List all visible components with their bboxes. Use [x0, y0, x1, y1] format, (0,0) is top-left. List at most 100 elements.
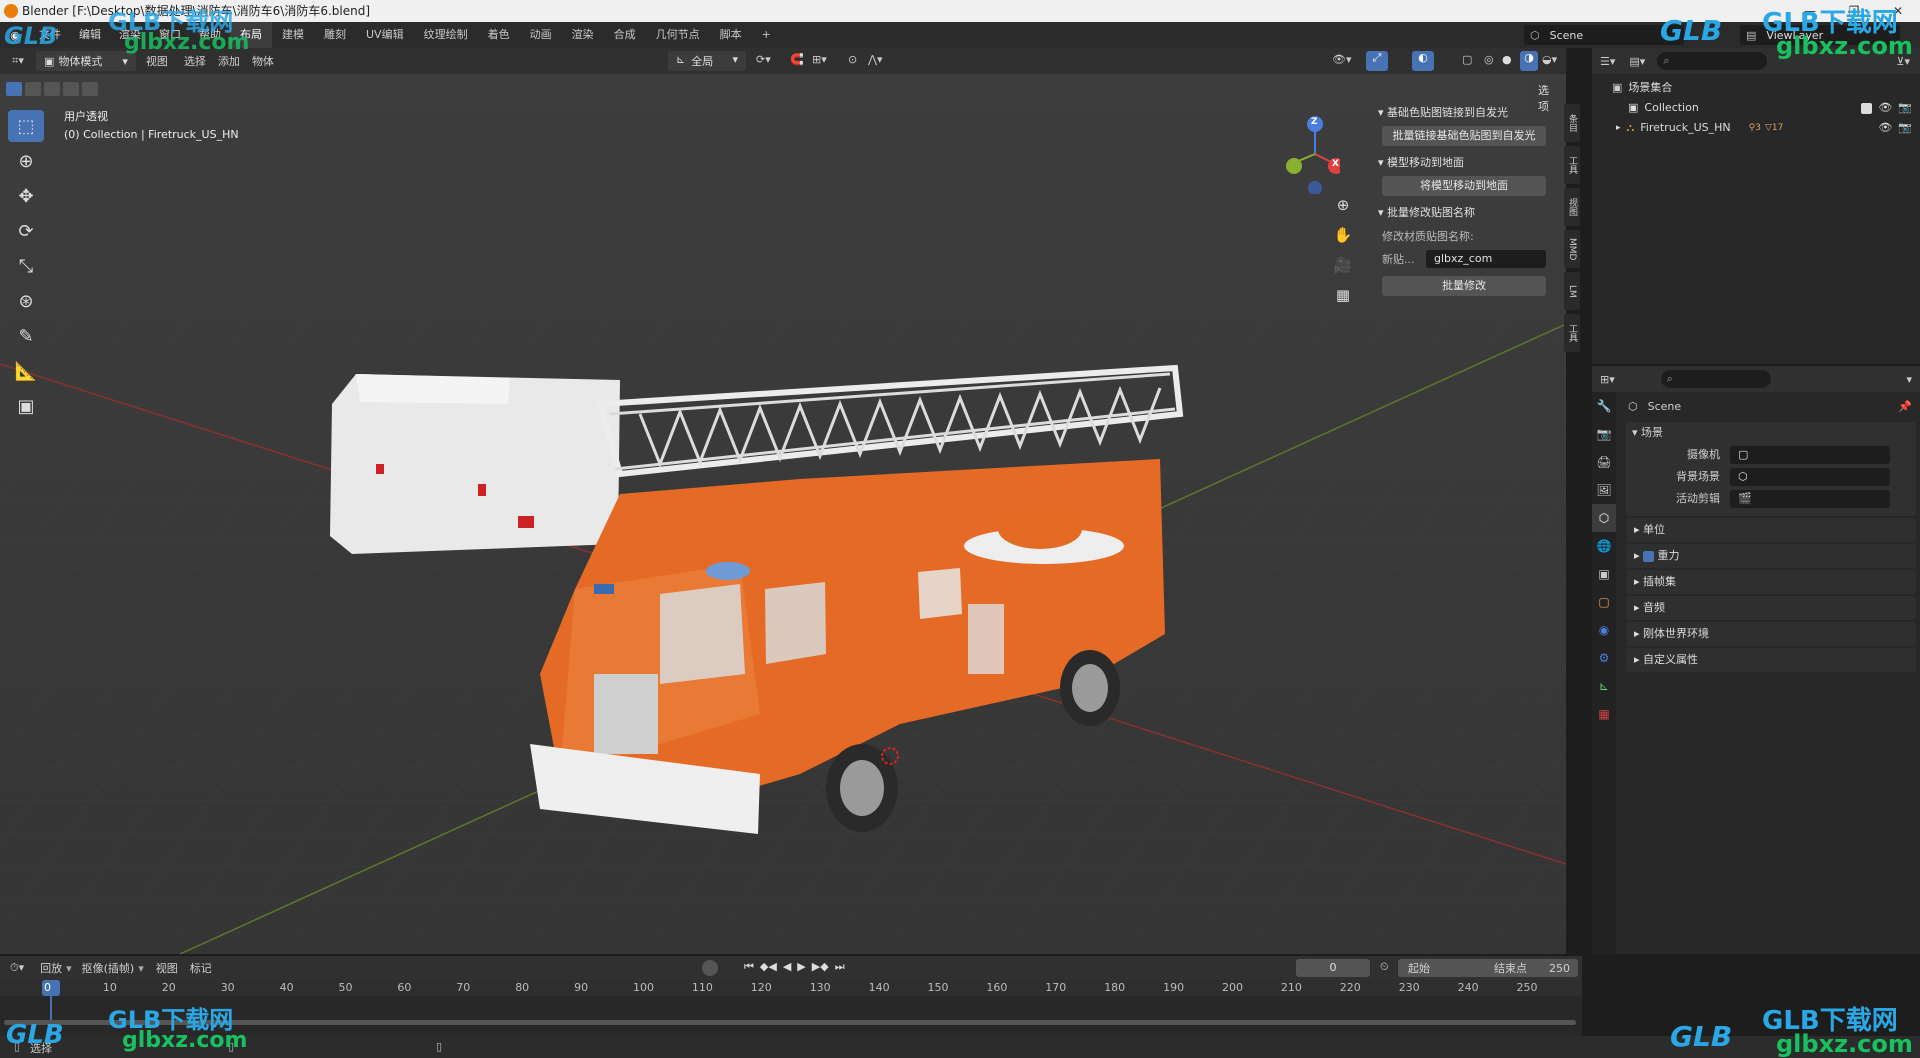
prev-keyframe-icon[interactable]: ◆◀: [760, 960, 777, 974]
camera-icon[interactable]: 📷: [1898, 98, 1912, 118]
workspace-tab-animation[interactable]: 动画: [520, 22, 562, 48]
outliner-scene-collection[interactable]: ▣ 场景集合: [1592, 78, 1920, 98]
cursor-icon[interactable]: ⊕: [8, 145, 44, 177]
3d-viewport[interactable]: 用户透视 (0) Collection | Firetruck_US_HN Z …: [0, 74, 1566, 954]
falloff-icon[interactable]: ⋀▾: [868, 53, 883, 66]
gizmo-toggle-icon[interactable]: ⤢: [1366, 51, 1388, 71]
scene-panel-header[interactable]: ▾ 场景: [1626, 422, 1916, 444]
camera-field[interactable]: ▢: [1730, 446, 1890, 464]
snap-icon[interactable]: 🧲: [790, 53, 804, 66]
end-frame-field[interactable]: 250: [1549, 962, 1570, 975]
eye-icon[interactable]: 👁: [1878, 118, 1892, 138]
play-reverse-icon[interactable]: ◀: [783, 960, 791, 974]
xray-icon[interactable]: ▢: [1462, 53, 1472, 66]
stopwatch-icon[interactable]: ⏲: [1380, 960, 1389, 974]
outliner-type-icon[interactable]: ☰▾: [1600, 55, 1615, 68]
workspace-tab-sculpting[interactable]: 雕刻: [314, 22, 356, 48]
gravity-checkbox[interactable]: [1643, 550, 1655, 562]
tab-view[interactable]: 视图: [1564, 188, 1580, 226]
output-icon[interactable]: 🖨: [1592, 448, 1616, 476]
scene-props-icon[interactable]: ⬡: [1592, 504, 1616, 532]
panel-rigid-body-world[interactable]: ▸ 刚体世界环境: [1626, 622, 1916, 646]
pin-icon[interactable]: 📌: [1898, 396, 1912, 418]
jump-start-icon[interactable]: ⏮: [744, 960, 754, 974]
rotate-icon[interactable]: ⟳: [8, 215, 44, 247]
zoom-icon[interactable]: ⊕: [1332, 196, 1354, 226]
move-to-ground-button[interactable]: 将模型移动到地面: [1382, 176, 1546, 196]
record-button[interactable]: [702, 960, 718, 976]
workspace-tab-scripting[interactable]: 脚本: [710, 22, 752, 48]
tab-item[interactable]: 条目: [1564, 104, 1580, 142]
frame-ruler[interactable]: 0 10 20 30 40 50 60 70 80 90 100 110 120 130 140 150 160…: [0, 980, 1582, 996]
object-props-icon[interactable]: ▢: [1592, 588, 1616, 616]
jump-end-icon[interactable]: ⏭: [835, 960, 845, 974]
current-frame-field[interactable]: 0: [1296, 959, 1370, 977]
annotate-icon[interactable]: ✎: [8, 320, 44, 352]
shading-solid-icon[interactable]: ●: [1502, 53, 1512, 66]
scale-icon[interactable]: ⤡: [8, 250, 44, 282]
play-icon[interactable]: ▶: [797, 960, 805, 974]
workspace-tab-shading[interactable]: 着色: [478, 22, 520, 48]
active-clip-field[interactable]: 🎬: [1730, 490, 1890, 508]
panel-custom-properties[interactable]: ▸ 自定义属性: [1626, 648, 1916, 672]
outliner-collection[interactable]: ▣ Collection 👁 📷: [1592, 98, 1920, 118]
add-cube-icon[interactable]: ▣: [8, 390, 44, 422]
batch-rename-button[interactable]: 批量修改: [1382, 276, 1546, 296]
panel-audio[interactable]: ▸ 音频: [1626, 596, 1916, 620]
timeline-menu-view[interactable]: 视图: [156, 960, 178, 976]
panel-units[interactable]: ▸ 单位: [1626, 518, 1916, 542]
expand-arrow-icon[interactable]: ▸: [1616, 118, 1621, 138]
shading-wireframe-icon[interactable]: ◎: [1484, 53, 1494, 66]
move-icon[interactable]: ✥: [8, 180, 44, 212]
select-invert-icon[interactable]: [63, 82, 79, 96]
panel-gravity[interactable]: ▸ 重力: [1626, 544, 1916, 568]
add-workspace-button[interactable]: +: [752, 22, 781, 48]
transform-icon[interactable]: ⊛: [8, 285, 44, 317]
display-mode-icon[interactable]: ▤▾: [1629, 55, 1645, 68]
workspace-tab-uv[interactable]: UV编辑: [356, 22, 414, 48]
shading-material-icon[interactable]: ◑: [1520, 51, 1538, 71]
snap-target-icon[interactable]: ⊞▾: [812, 53, 827, 66]
physics-icon[interactable]: ◉: [1592, 616, 1616, 644]
tab-tool-2[interactable]: 工具: [1564, 314, 1580, 352]
properties-type-icon[interactable]: ⊞▾: [1600, 373, 1615, 386]
new-name-field[interactable]: glbxz_com: [1426, 250, 1546, 268]
texture-icon[interactable]: ▦: [1592, 700, 1616, 728]
tab-mmd[interactable]: MMD: [1564, 230, 1580, 268]
measure-icon[interactable]: 📐: [8, 355, 44, 387]
shading-rendered-icon[interactable]: ◒▾: [1542, 53, 1557, 66]
select-intersect-icon[interactable]: [82, 82, 98, 96]
ortho-toggle-icon[interactable]: ▦: [1332, 286, 1354, 316]
np-section3-header[interactable]: ▾ 批量修改贴图名称: [1372, 202, 1556, 224]
timeline-menu-playback[interactable]: 回放: [40, 960, 62, 976]
next-keyframe-icon[interactable]: ▶◆: [812, 960, 829, 974]
link-basecolor-emission-button[interactable]: 批量链接基础色贴图到自发光: [1382, 126, 1546, 146]
navigation-gizmo[interactable]: Z X: [1280, 114, 1344, 195]
data-props-icon[interactable]: ⊾: [1592, 672, 1616, 700]
eye-icon[interactable]: 👁: [1878, 98, 1892, 118]
workspace-tab-geometry-nodes[interactable]: 几何节点: [646, 22, 710, 48]
pivot-icon[interactable]: ⟳▾: [756, 53, 771, 66]
panel-keying-sets[interactable]: ▸ 插帧集: [1626, 570, 1916, 594]
tab-lm[interactable]: LM: [1564, 272, 1580, 310]
scene-selector[interactable]: Scene: [1550, 29, 1584, 42]
background-scene-field[interactable]: ⬡: [1730, 468, 1890, 486]
world-icon[interactable]: 🌐: [1592, 532, 1616, 560]
timeline-menu-marker[interactable]: 标记: [190, 960, 212, 976]
select-subtract-icon[interactable]: [44, 82, 60, 96]
tab-tool[interactable]: 工具: [1564, 146, 1580, 184]
np-section1-header[interactable]: ▾ 基础色贴图链接到自发光: [1372, 102, 1556, 124]
proportional-edit-icon[interactable]: ⊙: [848, 53, 857, 66]
camera-icon[interactable]: 📷: [1898, 118, 1912, 138]
select-extend-icon[interactable]: [25, 82, 41, 96]
checkbox-icon[interactable]: [1861, 102, 1873, 114]
np-section2-header[interactable]: ▾ 模型移动到地面: [1372, 152, 1556, 174]
pan-hand-icon[interactable]: ✋: [1332, 226, 1354, 256]
overlay-toggle-icon[interactable]: ◐: [1412, 51, 1434, 71]
chevron-down-icon[interactable]: ▾: [1906, 373, 1912, 386]
timeline-type-icon[interactable]: ⏱▾: [10, 961, 24, 975]
workspace-tab-rendering[interactable]: 渲染: [562, 22, 604, 48]
outliner-object[interactable]: ▸ ⛬ Firetruck_US_HN ⚲3 ▽17 👁 📷: [1592, 118, 1920, 138]
render-icon[interactable]: 📷: [1592, 420, 1616, 448]
workspace-tab-texture-paint[interactable]: 纹理绘制: [414, 22, 478, 48]
